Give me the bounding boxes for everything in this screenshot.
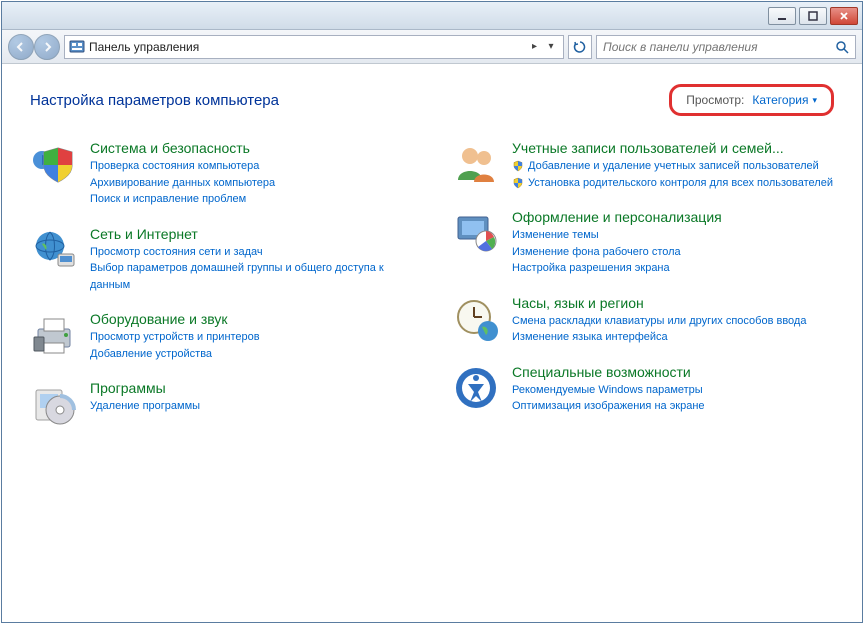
category-title[interactable]: Система и безопасность <box>90 140 412 156</box>
view-dropdown[interactable]: Категория <box>752 93 817 107</box>
content-area: Настройка параметров компьютера Просмотр… <box>2 64 862 622</box>
desktop-theme-icon <box>452 209 500 257</box>
category-title[interactable]: Оборудование и звук <box>90 311 412 327</box>
category-link[interactable]: Просмотр состояния сети и задач <box>90 244 412 261</box>
category-item: Оборудование и звук Просмотр устройств и … <box>30 311 412 362</box>
category-link[interactable]: Поиск и исправление проблем <box>90 191 412 208</box>
breadcrumb-arrow-icon: ▸ <box>532 41 537 52</box>
navbar: Панель управления ▸ ▾ <box>2 30 862 64</box>
clock-globe-icon <box>452 295 500 343</box>
forward-button[interactable] <box>34 34 60 60</box>
category-link[interactable]: Архивирование данных компьютера <box>90 175 412 192</box>
category-item: Оформление и персонализация Изменение тем… <box>452 209 834 277</box>
category-link[interactable]: Выбор параметров домашней группы и общег… <box>90 260 412 293</box>
view-label: Просмотр: <box>686 93 744 107</box>
category-link[interactable]: Проверка состояния компьютера <box>90 158 412 175</box>
maximize-button[interactable] <box>799 7 827 25</box>
access-icon <box>452 364 500 412</box>
category-title[interactable]: Программы <box>90 380 412 396</box>
category-item: Часы, язык и регион Смена раскладки клави… <box>452 295 834 346</box>
category-item: Учетные записи пользователей и семей... Д… <box>452 140 834 191</box>
category-link[interactable]: Изменение языка интерфейса <box>512 329 834 346</box>
address-bar[interactable]: Панель управления ▸ ▾ <box>64 35 564 59</box>
categories-right-column: Учетные записи пользователей и семей... Д… <box>452 140 834 428</box>
category-title[interactable]: Специальные возможности <box>512 364 834 380</box>
address-dropdown-icon[interactable]: ▾ <box>543 41 559 52</box>
shield-colors-icon <box>30 140 78 188</box>
category-item: Специальные возможности Рекомендуемые Win… <box>452 364 834 415</box>
category-link[interactable]: Добавление и удаление учетных записей по… <box>512 158 834 175</box>
globe-icon <box>30 226 78 274</box>
address-text: Панель управления <box>89 40 526 54</box>
minimize-button[interactable] <box>768 7 796 25</box>
category-title[interactable]: Учетные записи пользователей и семей... <box>512 140 834 156</box>
search-input[interactable] <box>603 40 835 54</box>
category-link[interactable]: Оптимизация изображения на экране <box>512 398 834 415</box>
view-selector: Просмотр: Категория <box>669 84 834 116</box>
category-link[interactable]: Изменение темы <box>512 227 834 244</box>
titlebar <box>2 2 862 30</box>
control-panel-icon <box>69 39 85 55</box>
page-title: Настройка параметров компьютера <box>30 92 279 109</box>
category-title[interactable]: Сеть и Интернет <box>90 226 412 242</box>
cd-box-icon <box>30 380 78 428</box>
refresh-button[interactable] <box>568 35 592 59</box>
category-item: Система и безопасность Проверка состояния… <box>30 140 412 208</box>
category-item: Программы Удаление программы <box>30 380 412 428</box>
categories-left-column: Система и безопасность Проверка состояния… <box>30 140 412 428</box>
category-title[interactable]: Оформление и персонализация <box>512 209 834 225</box>
users-icon <box>452 140 500 188</box>
close-button[interactable] <box>830 7 858 25</box>
category-link[interactable]: Рекомендуемые Windows параметры <box>512 382 834 399</box>
category-link[interactable]: Установка родительского контроля для все… <box>512 175 834 192</box>
category-link[interactable]: Настройка разрешения экрана <box>512 260 834 277</box>
category-item: Сеть и Интернет Просмотр состояния сети и… <box>30 226 412 294</box>
category-link[interactable]: Удаление программы <box>90 398 412 415</box>
category-link[interactable]: Добавление устройства <box>90 346 412 363</box>
search-icon <box>835 40 849 54</box>
control-panel-window: Панель управления ▸ ▾ Настройка параметр… <box>1 1 863 623</box>
back-button[interactable] <box>8 34 34 60</box>
category-link[interactable]: Изменение фона рабочего стола <box>512 244 834 261</box>
printer-icon <box>30 311 78 359</box>
category-title[interactable]: Часы, язык и регион <box>512 295 834 311</box>
category-link[interactable]: Смена раскладки клавиатуры или других сп… <box>512 313 834 330</box>
search-box[interactable] <box>596 35 856 59</box>
category-link[interactable]: Просмотр устройств и принтеров <box>90 329 412 346</box>
